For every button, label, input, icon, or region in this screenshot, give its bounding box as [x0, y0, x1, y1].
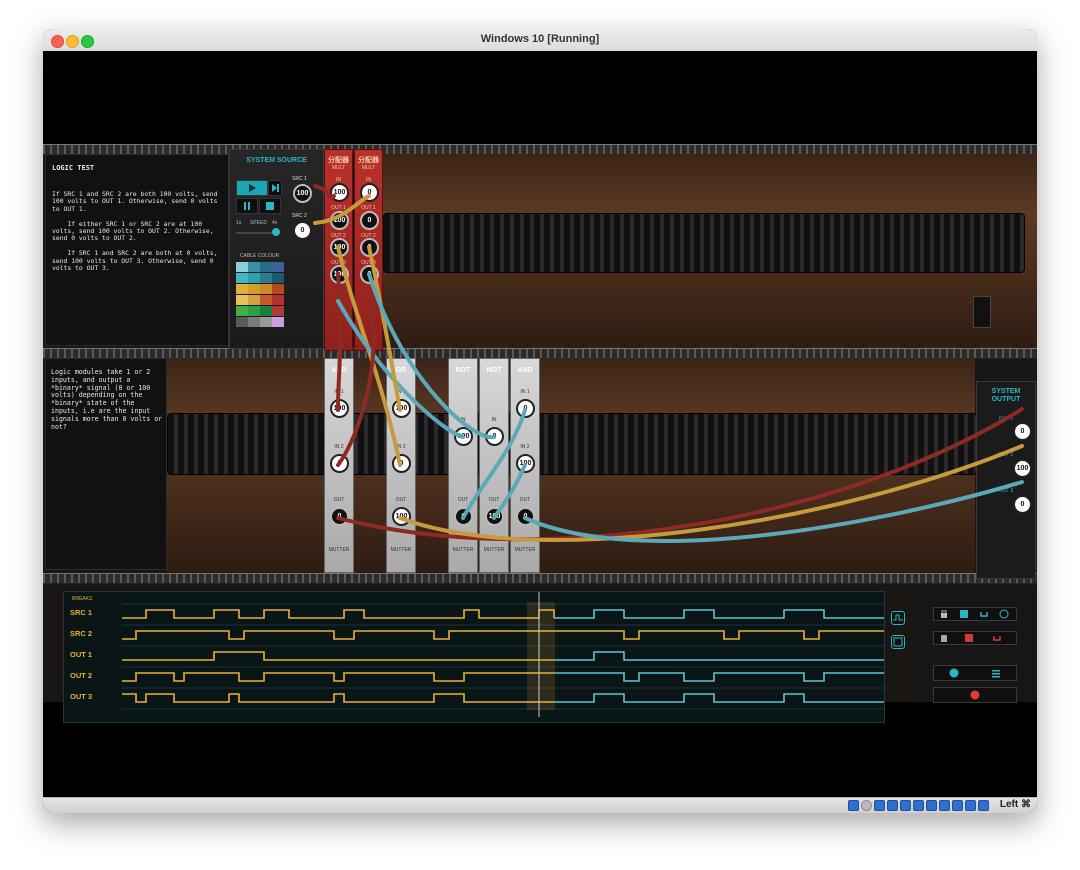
cable-mult2-and1-in2[interactable]: [336, 299, 376, 467]
guest-screen: LOGIC TEST If SRC 1 and SRC 2 are both 1…: [43, 51, 1037, 797]
wave-out3-future: [554, 693, 884, 703]
undo-red-icon[interactable]: [992, 633, 1002, 643]
wave-src2-future: [554, 630, 884, 640]
usb-icon[interactable]: [874, 800, 885, 811]
cable-src1-mult1[interactable]: [313, 184, 336, 200]
help-menu-row: [933, 665, 1017, 681]
mouse-integration-icon[interactable]: [978, 800, 989, 811]
floppy-icon: [893, 637, 903, 647]
menu-icon[interactable]: [991, 668, 1001, 678]
save-red-icon[interactable]: [964, 633, 974, 643]
cable-and2-out3[interactable]: [523, 480, 1024, 543]
title-bar: Windows 10 [Running]: [43, 29, 1037, 52]
optical-icon[interactable]: [861, 800, 872, 811]
record-icon[interactable]: [970, 690, 980, 700]
playhead-glow: [527, 602, 555, 710]
wave-out1: [122, 651, 554, 661]
display-icon[interactable]: [913, 800, 924, 811]
trash-icon[interactable]: [939, 633, 949, 643]
video-capture-icon[interactable]: [926, 800, 937, 811]
control-panel: [915, 587, 1033, 703]
hdd-icon[interactable]: [848, 800, 859, 811]
undo-icon[interactable]: [979, 609, 989, 619]
audio-icon[interactable]: [900, 800, 911, 811]
lock-icon[interactable]: [939, 609, 949, 619]
guest-additions-icon[interactable]: [965, 800, 976, 811]
host-key-label: Left ⌘: [999, 799, 1031, 810]
waveform-view-button[interactable]: [891, 611, 905, 625]
cable-src2-mult2[interactable]: [313, 194, 371, 225]
shared-folder-icon[interactable]: [887, 800, 898, 811]
clock-icon[interactable]: [999, 609, 1009, 619]
cable-and1-out1[interactable]: [336, 407, 1024, 542]
wave-src2: [122, 630, 554, 640]
cable-mult1-and1-in1[interactable]: [336, 272, 343, 412]
cable-or-out2[interactable]: [398, 444, 1024, 542]
vm-window: Windows 10 [Running] LOGIC TEST If SRC 1…: [43, 29, 1037, 813]
wave-out3: [122, 693, 554, 703]
status-icons: [848, 800, 989, 812]
cable-not1-and2-in1[interactable]: [461, 408, 527, 520]
wave-out1-future: [554, 651, 884, 661]
save-icon[interactable]: [959, 609, 969, 619]
timeline-waveforms: [122, 592, 884, 717]
wave-out2-future: [554, 672, 884, 682]
network-icon[interactable]: [939, 800, 950, 811]
help-icon[interactable]: [949, 668, 959, 678]
window-title: Windows 10 [Running]: [480, 33, 600, 45]
wave-src1: [122, 609, 555, 619]
signal-timeline: BREAKS SRC 1 SRC 2 OUT 1 OUT 2 OUT 3: [63, 591, 885, 723]
waveform-icon: [893, 614, 903, 621]
cpu-icon[interactable]: [952, 800, 963, 811]
vm-status-bar: Left ⌘: [43, 797, 1037, 813]
cable-mult1-not1-in[interactable]: [336, 299, 465, 439]
wave-src1-future: [554, 609, 884, 619]
save-view-button[interactable]: [891, 635, 905, 649]
cable-not2-and2-in2[interactable]: [492, 463, 527, 520]
wave-out2: [122, 672, 554, 682]
